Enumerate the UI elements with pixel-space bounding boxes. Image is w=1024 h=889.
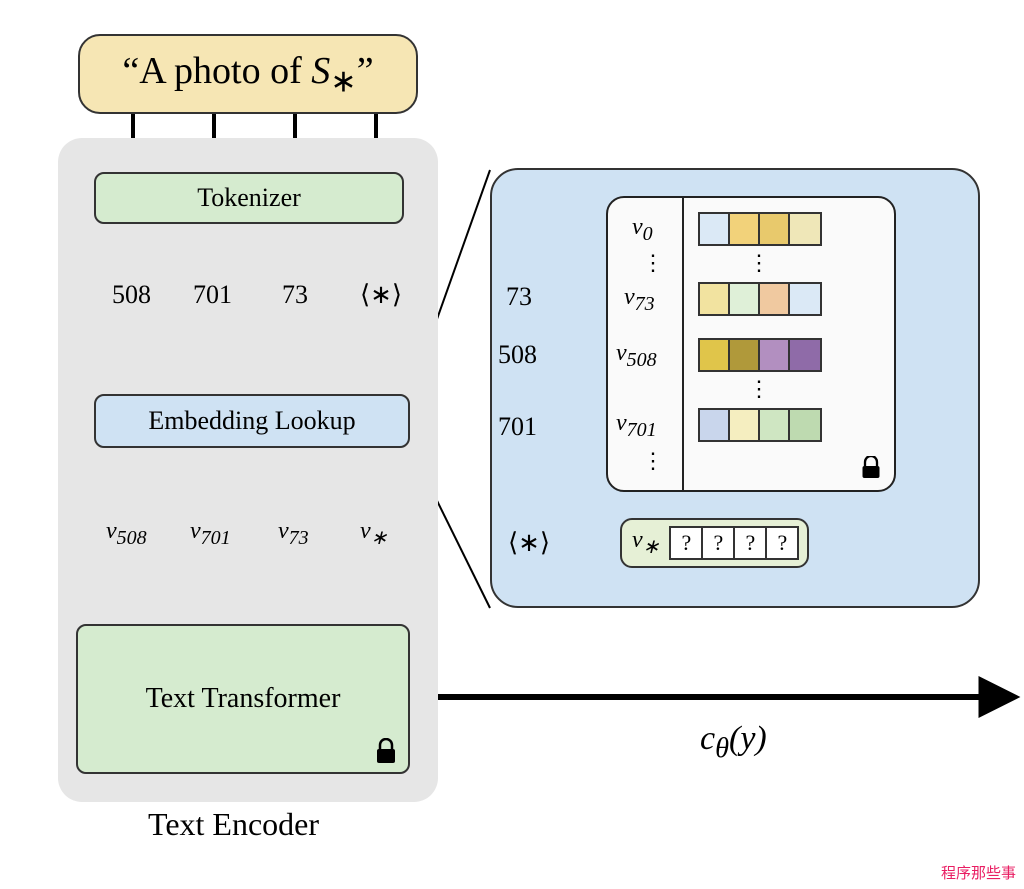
embed-v701: v701 bbox=[190, 518, 231, 550]
prompt-symbol: S bbox=[311, 50, 330, 92]
panel-input-star: ⟨∗⟩ bbox=[508, 528, 550, 558]
transformer-label: Text Transformer bbox=[146, 683, 341, 715]
row-v0 bbox=[698, 212, 822, 246]
vdots-1b: ⋮ bbox=[748, 252, 770, 274]
embed-v508: v508 bbox=[106, 518, 147, 550]
token-73: 73 bbox=[282, 280, 308, 310]
token-star: ⟨∗⟩ bbox=[360, 280, 402, 310]
lock-icon bbox=[374, 738, 398, 764]
embed-label: Embedding Lookup bbox=[148, 406, 355, 436]
embed-block: Embedding Lookup bbox=[94, 394, 410, 448]
vstar-row: v∗ ? ? ? ? bbox=[620, 518, 809, 568]
vstar-cell: ? bbox=[701, 526, 735, 560]
row-v508 bbox=[698, 338, 822, 372]
vstar-cell: ? bbox=[765, 526, 799, 560]
row-v701-label: v701 bbox=[616, 410, 657, 442]
watermark: 程序那些事 bbox=[941, 862, 1016, 883]
text-encoder-label: Text Encoder bbox=[148, 806, 319, 843]
panel-input-73: 73 bbox=[506, 282, 532, 312]
token-508: 508 bbox=[112, 280, 151, 310]
tokenizer-label: Tokenizer bbox=[197, 183, 301, 213]
vstar-cell: ? bbox=[733, 526, 767, 560]
vdots-3: ⋮ bbox=[642, 450, 664, 472]
vdots-2: ⋮ bbox=[748, 378, 770, 400]
row-v508-label: v508 bbox=[616, 340, 657, 372]
embed-v73: v73 bbox=[278, 518, 309, 550]
row-v73-label: v73 bbox=[624, 284, 655, 316]
row-v701 bbox=[698, 408, 822, 442]
vstar-label: v∗ bbox=[632, 527, 659, 559]
transformer-block: Text Transformer bbox=[76, 624, 410, 774]
lock-icon bbox=[860, 456, 882, 480]
tokenizer-block: Tokenizer bbox=[94, 172, 404, 224]
panel-input-508: 508 bbox=[498, 340, 537, 370]
lookup-table: v0 ⋮ ⋮ v73 v508 ⋮ v701 ⋮ bbox=[606, 196, 896, 492]
row-v73 bbox=[698, 282, 822, 316]
output-label: cθ(y) bbox=[700, 720, 767, 765]
panel-input-701: 701 bbox=[498, 412, 537, 442]
prompt-text: “A photo of S∗” bbox=[122, 49, 373, 100]
prompt-box: “A photo of S∗” bbox=[78, 34, 418, 114]
vdots-1: ⋮ bbox=[642, 252, 664, 274]
embed-vstar: v∗ bbox=[360, 518, 387, 550]
row-v0-label: v0 bbox=[632, 214, 653, 246]
vstar-cell: ? bbox=[669, 526, 703, 560]
token-701: 701 bbox=[193, 280, 232, 310]
